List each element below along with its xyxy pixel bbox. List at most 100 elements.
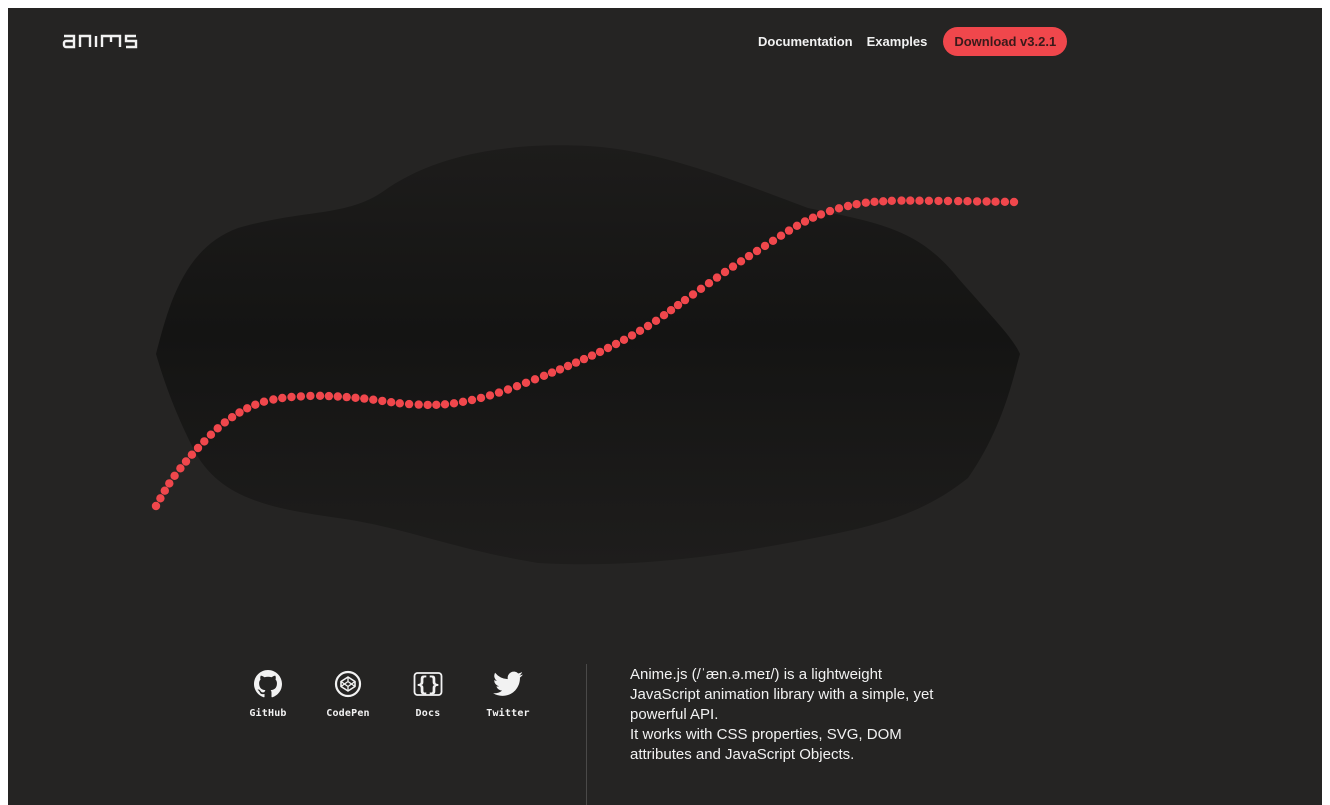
- hero-dot: [342, 392, 351, 402]
- hero-dot: [476, 393, 486, 403]
- hero-dot: [530, 375, 540, 384]
- hero-dot: [278, 393, 287, 403]
- hero-dot: [432, 400, 441, 409]
- hero-dot: [934, 196, 943, 206]
- hero-dot: [800, 217, 810, 226]
- hero-dot: [712, 273, 722, 282]
- social-links: GitHub CodePen {} Docs Twitter: [228, 668, 548, 719]
- hero-dot: [269, 395, 278, 404]
- hero-dot: [760, 241, 770, 251]
- hero-dot: [834, 204, 844, 213]
- footer-divider: [586, 664, 587, 805]
- hero-dot: [776, 231, 786, 240]
- hero-dot: [151, 501, 161, 511]
- hero-dot: [688, 290, 698, 299]
- hero-dot: [494, 388, 504, 397]
- hero-dot: [160, 486, 169, 495]
- hero-dot: [156, 494, 165, 503]
- codepen-icon: [332, 668, 364, 700]
- hero-dot: [792, 221, 802, 230]
- hero-dot: [879, 197, 888, 206]
- hero-dot: [449, 399, 459, 408]
- hero-dot: [521, 378, 531, 387]
- hero-dot: [808, 213, 818, 222]
- hero-dot: [503, 385, 513, 394]
- hero-dot: [852, 200, 861, 209]
- hero-dot: [696, 284, 706, 293]
- hero-dot: [235, 408, 244, 417]
- hero-dot: [666, 306, 676, 315]
- hero-dot: [659, 311, 669, 320]
- hero-dot: [643, 321, 653, 331]
- hero-dot: [924, 196, 934, 205]
- hero-dot: [187, 450, 197, 459]
- hero-dot: [176, 464, 185, 473]
- hero-dot: [206, 430, 216, 439]
- twitter-label: Twitter: [486, 708, 530, 719]
- github-link[interactable]: GitHub: [228, 668, 308, 719]
- hero-dot: [843, 201, 853, 211]
- hero-dot: [404, 399, 414, 409]
- hero-dot: [547, 368, 557, 377]
- hero-dot: [324, 391, 334, 401]
- hero-dot: [595, 347, 605, 357]
- hero-dot: [333, 392, 342, 401]
- hero-dot: [571, 358, 581, 367]
- hero-dot: [193, 443, 203, 453]
- page: Documentation Examples Download v3.2.1 G…: [8, 8, 1322, 805]
- description-intro: Anime.js (/ˈæn.ə.meɪ/) is a lightweight …: [630, 666, 934, 723]
- docs-link[interactable]: {} Docs: [388, 668, 468, 719]
- hero-dot: [887, 196, 896, 205]
- hero-dot: [395, 399, 404, 408]
- hero-dot: [227, 413, 237, 422]
- hero-dot: [906, 196, 915, 205]
- hero-dot: [213, 424, 222, 433]
- hero-dot: [170, 471, 179, 480]
- hero-dot: [752, 246, 762, 256]
- hero-dot: [485, 391, 495, 400]
- library-description: Anime.js (/ˈæn.ə.meɪ/) is a lightweight …: [630, 665, 950, 765]
- hero-dot: [870, 197, 879, 206]
- hero-dot: [220, 418, 229, 427]
- hero-dot: [369, 395, 378, 404]
- hero-dot: [423, 400, 432, 410]
- twitter-bird-icon: [492, 668, 524, 700]
- hero-dot: [720, 267, 730, 277]
- hero-dot: [680, 295, 690, 305]
- hero-animation: [151, 145, 1020, 565]
- description-features: It works with CSS properties, SVG, DOM a…: [630, 726, 902, 763]
- hero-dot: [512, 382, 522, 391]
- hero-dot: [315, 391, 325, 400]
- hero-dot: [440, 400, 450, 409]
- hero-dot: [816, 210, 826, 219]
- hero-dot: [897, 196, 906, 205]
- hero-dot: [458, 397, 468, 406]
- hero-dot: [259, 397, 269, 406]
- hero-dot: [963, 197, 972, 206]
- hero-dot: [387, 398, 396, 407]
- hero-dot: [704, 279, 714, 288]
- hero-dot: [579, 354, 589, 364]
- hero-dot: [555, 365, 565, 374]
- hero-dot: [982, 197, 991, 206]
- hero-dot: [306, 391, 315, 401]
- github-label: GitHub: [249, 708, 287, 719]
- hero-dot: [200, 437, 209, 446]
- hero-dot: [539, 371, 549, 380]
- twitter-link[interactable]: Twitter: [468, 668, 548, 719]
- hero-dot: [943, 196, 953, 206]
- hero-dot: [768, 236, 778, 245]
- docs-braces-icon: {}: [412, 668, 444, 700]
- hero-dot: [915, 196, 924, 205]
- hero-dot: [181, 457, 191, 466]
- hero-dot: [673, 300, 683, 310]
- hero-dot: [972, 197, 982, 206]
- hero-dot: [467, 395, 477, 405]
- hero-dot: [784, 226, 794, 235]
- hero-dot: [611, 339, 621, 349]
- hero-dot: [243, 404, 252, 413]
- hero-dot: [1000, 197, 1010, 206]
- codepen-link[interactable]: CodePen: [308, 668, 388, 719]
- hero-dot: [861, 198, 870, 207]
- hero-dot: [251, 400, 260, 409]
